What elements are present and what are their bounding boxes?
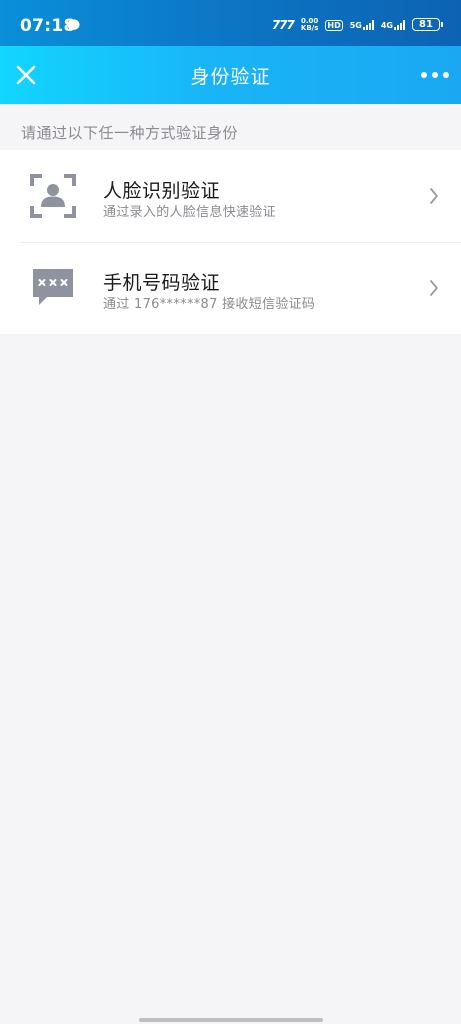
option-title: 人脸识别验证 (103, 180, 221, 202)
phone-verification-option[interactable]: 手机号码验证 通过 176******87 接收短信验证码 (0, 242, 461, 334)
chevron-right-icon (430, 188, 438, 204)
status-bar: 07:18 777 0.00 KB/s HD 5G 4G 81 (0, 0, 461, 46)
verification-hint: 请通过以下任一种方式验证身份 (21, 124, 239, 142)
network-speed-unit: KB/s (300, 24, 319, 32)
network-type-5g: 5G (349, 21, 362, 30)
carrier-logo: 777 (271, 18, 295, 32)
status-indicators: 777 0.00 KB/s HD 5G 4G (272, 16, 405, 34)
page-title: 身份验证 (190, 66, 271, 88)
signal-4g: 4G (381, 20, 405, 30)
verification-options: 人脸识别验证 通过录入的人脸信息快速验证 手机号码验证 通过 176******… (0, 150, 461, 334)
battery-icon: 81 (412, 18, 443, 31)
chevron-right-icon (430, 280, 438, 296)
signal-5g: 5G (350, 20, 374, 30)
signal-bars-icon (362, 20, 374, 30)
option-description: 通过录入的人脸信息快速验证 (103, 205, 276, 220)
chat-notification-icon (67, 19, 80, 32)
option-title: 手机号码验证 (103, 272, 221, 294)
sms-icon (33, 269, 73, 305)
more-icon[interactable] (421, 70, 449, 80)
nav-bar: 身份验证 (0, 46, 461, 104)
hd-voice-icon: HD (325, 19, 343, 31)
face-scan-icon (30, 174, 76, 218)
home-indicator[interactable] (139, 1018, 323, 1022)
option-description: 通过 176******87 接收短信验证码 (103, 297, 316, 312)
network-type-4g: 4G (380, 21, 393, 30)
face-verification-option[interactable]: 人脸识别验证 通过录入的人脸信息快速验证 (0, 150, 461, 242)
battery-level: 81 (419, 19, 433, 30)
signal-bars-icon (394, 20, 405, 30)
network-speed: 0.00 KB/s (301, 18, 318, 32)
